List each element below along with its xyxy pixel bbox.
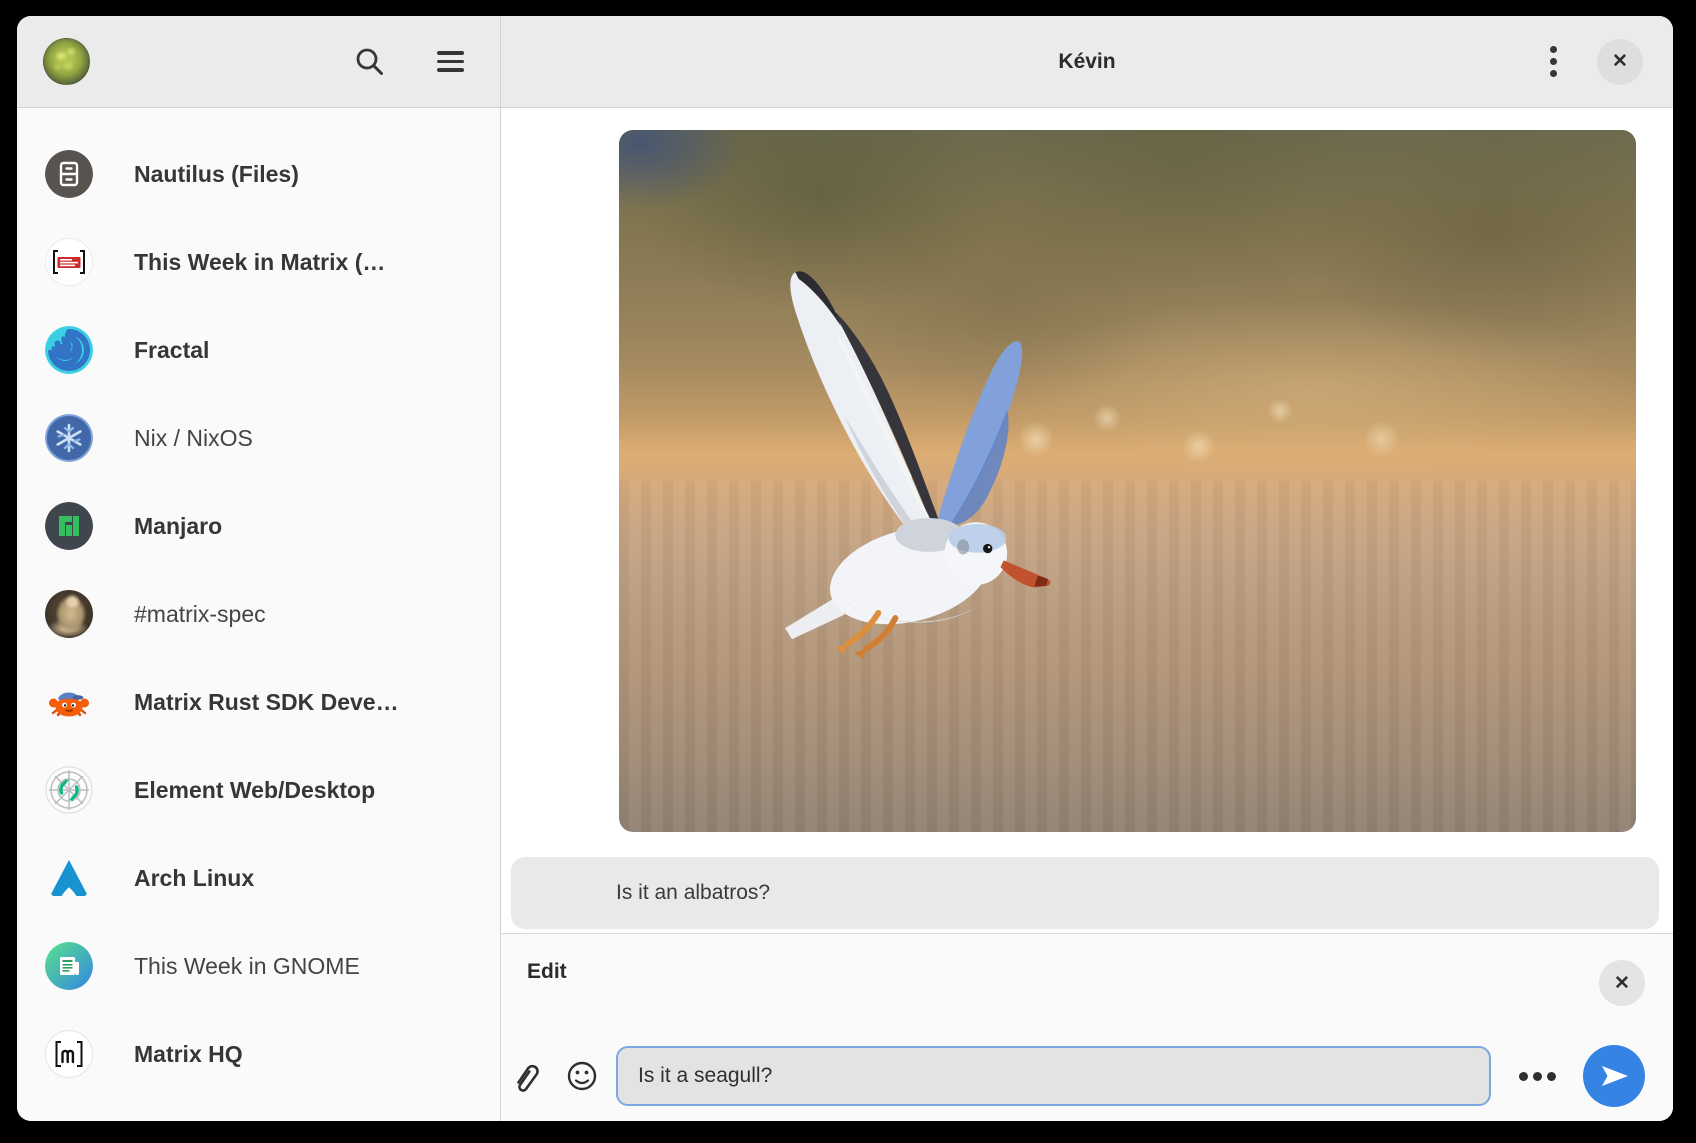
chat-header: Kévin ✕ — [501, 16, 1673, 107]
sidebar-item-nautilus[interactable]: Nautilus (Files) — [17, 130, 500, 218]
room-title: Kévin — [501, 50, 1673, 74]
room-menu-button[interactable] — [1531, 40, 1575, 84]
sidebar-item-element[interactable]: Element Web/Desktop — [17, 746, 500, 834]
sidebar-item-nixos[interactable]: Nix / NixOS — [17, 394, 500, 482]
headerbar: Kévin ✕ — [17, 16, 1673, 108]
ferris-crab-avatar-icon — [45, 678, 93, 726]
chat-pane: Is it an albatros? Edit ✕ — [501, 108, 1673, 1121]
room-name: Fractal — [134, 337, 209, 364]
message-edit-input[interactable] — [616, 1046, 1491, 1106]
sidebar-item-twig[interactable]: This Week in GNOME — [17, 922, 500, 1010]
close-icon: ✕ — [1612, 50, 1628, 73]
room-name: Matrix HQ — [134, 1041, 243, 1068]
close-room-button[interactable]: ✕ — [1597, 39, 1643, 85]
room-name: Arch Linux — [134, 865, 254, 892]
sidebar-item-rust-sdk[interactable]: Matrix Rust SDK Deve… — [17, 658, 500, 746]
content: Nautilus (Files) This Week in Matrix (… — [17, 108, 1673, 1121]
seagull-illustration — [736, 232, 1092, 702]
send-button[interactable] — [1583, 1045, 1645, 1107]
room-name: Matrix Rust SDK Deve… — [134, 689, 399, 716]
more-options-button[interactable] — [1515, 1054, 1559, 1098]
room-name: Nautilus (Files) — [134, 161, 299, 188]
sidebar-header — [17, 16, 501, 107]
message-text: Is it an albatros? — [616, 881, 770, 905]
room-name: This Week in Matrix (… — [134, 249, 385, 276]
manjaro-avatar-icon — [45, 502, 93, 550]
fractal-spiral-avatar-icon — [45, 326, 93, 374]
search-button[interactable] — [348, 40, 392, 84]
room-name: #matrix-spec — [134, 601, 266, 628]
account-avatar[interactable] — [43, 38, 90, 85]
sidebar-item-arch[interactable]: Arch Linux — [17, 834, 500, 922]
main-menu-button[interactable] — [428, 40, 472, 84]
cancel-edit-button[interactable]: ✕ — [1599, 960, 1645, 1006]
close-icon: ✕ — [1614, 972, 1630, 995]
element-web-avatar-icon — [45, 766, 93, 814]
smiley-icon — [564, 1058, 600, 1094]
composer-row — [501, 1044, 1673, 1108]
kebab-menu-icon — [1550, 58, 1557, 65]
twig-newspaper-avatar-icon — [45, 942, 93, 990]
ellipsis-icon — [1533, 1072, 1542, 1081]
file-cabinet-avatar-icon — [45, 150, 93, 198]
room-name: Manjaro — [134, 513, 222, 540]
attach-file-button[interactable] — [503, 1054, 547, 1098]
seagull-photo-message[interactable] — [619, 130, 1636, 832]
paper-plane-icon — [1597, 1059, 1631, 1093]
paperclip-icon — [507, 1058, 543, 1094]
edit-mode-label: Edit — [527, 960, 567, 984]
matrix-m-avatar-icon — [45, 1030, 93, 1078]
room-name: Nix / NixOS — [134, 425, 253, 452]
sidebar-item-matrix-hq[interactable]: Matrix HQ — [17, 1010, 500, 1098]
message-bubble[interactable]: Is it an albatros? — [511, 857, 1659, 929]
sidebar-item-fractal[interactable]: Fractal — [17, 306, 500, 394]
hamburger-icon — [437, 51, 464, 72]
room-list-sidebar: Nautilus (Files) This Week in Matrix (… — [17, 108, 501, 1121]
nix-snowflake-avatar-icon — [45, 414, 93, 462]
fractal-window: Kévin ✕ Nau — [17, 16, 1673, 1121]
person-photo-avatar — [45, 590, 93, 638]
twim-avatar-icon — [45, 238, 93, 286]
search-icon — [353, 45, 387, 79]
edit-panel: Edit ✕ — [501, 933, 1673, 1121]
sidebar-item-twim[interactable]: This Week in Matrix (… — [17, 218, 500, 306]
sidebar-item-matrix-spec[interactable]: #matrix-spec — [17, 570, 500, 658]
emoji-button[interactable] — [560, 1054, 604, 1098]
sidebar-item-manjaro[interactable]: Manjaro — [17, 482, 500, 570]
room-name: This Week in GNOME — [134, 953, 360, 980]
room-name: Element Web/Desktop — [134, 777, 375, 804]
arch-linux-avatar-icon — [45, 854, 93, 902]
message-history: Is it an albatros? — [501, 108, 1673, 933]
